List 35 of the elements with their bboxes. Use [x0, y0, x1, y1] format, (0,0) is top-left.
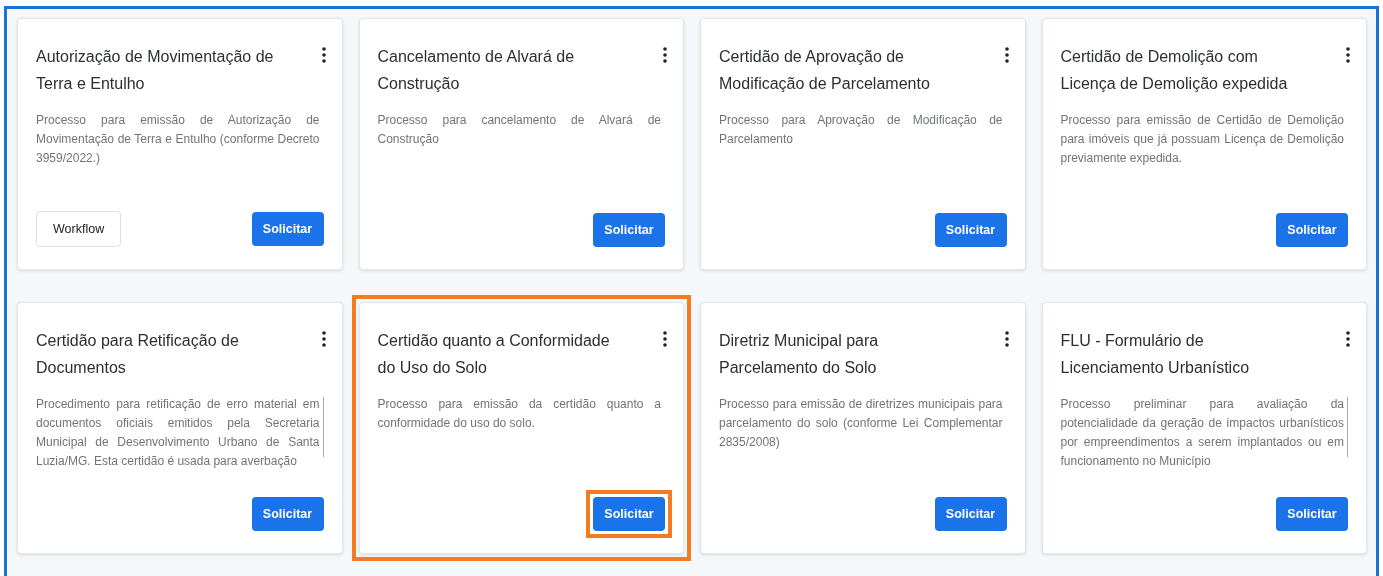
card-title: Certidão para Retificação de Documentos — [36, 331, 240, 378]
more-options-icon — [663, 331, 667, 347]
scrollbar[interactable] — [1347, 397, 1348, 457]
more-options-icon — [1004, 47, 1009, 63]
card-title: Diretriz Municipal para Parcelamento do Solo — [719, 331, 880, 378]
card-description: Processo para emissão da certidão quanto a conformidade do uso do solo. — [377, 396, 661, 432]
card-title: Cancelamento de Alvará de Construção — [377, 47, 576, 94]
card-description: Processo preliminar para avaliação da potencialidade da geração de impactos urbanísticos por empreendimentos a serem implantados ou em funcionamento no Município — [1060, 396, 1344, 470]
more-options-icon — [1346, 47, 1350, 63]
card-description: Processo para Aprovação de Modificação de Parcelamento — [719, 112, 1003, 148]
request-button[interactable]: Solicitar — [1276, 497, 1348, 531]
workflow-button[interactable]: Workflow — [36, 211, 122, 247]
card-description: Processo para emissão de diretrizes municipais para parcelamento do solo (conforme Lei Complementar 2835/2008) — [719, 396, 1003, 451]
request-button[interactable]: Solicitar — [251, 212, 324, 246]
more-options-icon — [321, 47, 326, 63]
more-options-icon — [1346, 331, 1350, 347]
more-options-icon — [321, 331, 326, 347]
request-button[interactable]: Solicitar — [593, 213, 665, 247]
request-button[interactable]: Solicitar — [593, 497, 665, 531]
card-description: Procedimento para retificação de erro material em documentos oficiais emitidos pela Secretaria Municipal de Desenvolvimento Urbano de Santa Luzia/MG. Esta certidão é usada para averbação — [36, 396, 320, 470]
request-button[interactable]: Solicitar — [1276, 213, 1348, 247]
more-options-icon — [1004, 331, 1009, 347]
card-description: Processo para cancelamento de Alvará de Construção — [377, 112, 661, 148]
card-title: Autorização de Movimentação de Terra e Entulho — [36, 47, 275, 94]
card-title: Certidão de Aprovação de Modificação de Parcelamento — [719, 47, 931, 94]
request-button[interactable]: Solicitar — [934, 497, 1007, 531]
more-options-icon — [663, 47, 667, 63]
card-title: Certidão quanto a Conformidade do Uso do Solo — [377, 331, 611, 378]
card-title: Certidão de Demolição com Licença de Demolição expedida — [1060, 47, 1289, 94]
card-description: Processo para emissão de Autorização de Movimentação de Terra e Entulho (conforme Decreto 3959/2022.) — [36, 112, 320, 167]
request-button[interactable]: Solicitar — [934, 213, 1007, 247]
request-button[interactable]: Solicitar — [251, 497, 324, 531]
card-title: FLU - Formulário de Licenciamento Urbanístico — [1060, 331, 1251, 378]
card-description: Processo para emissão de Certidão de Demolição para imóveis que já possuam Licença de Demolição previamente expedida. — [1060, 112, 1344, 167]
scrollbar[interactable] — [322, 397, 324, 457]
